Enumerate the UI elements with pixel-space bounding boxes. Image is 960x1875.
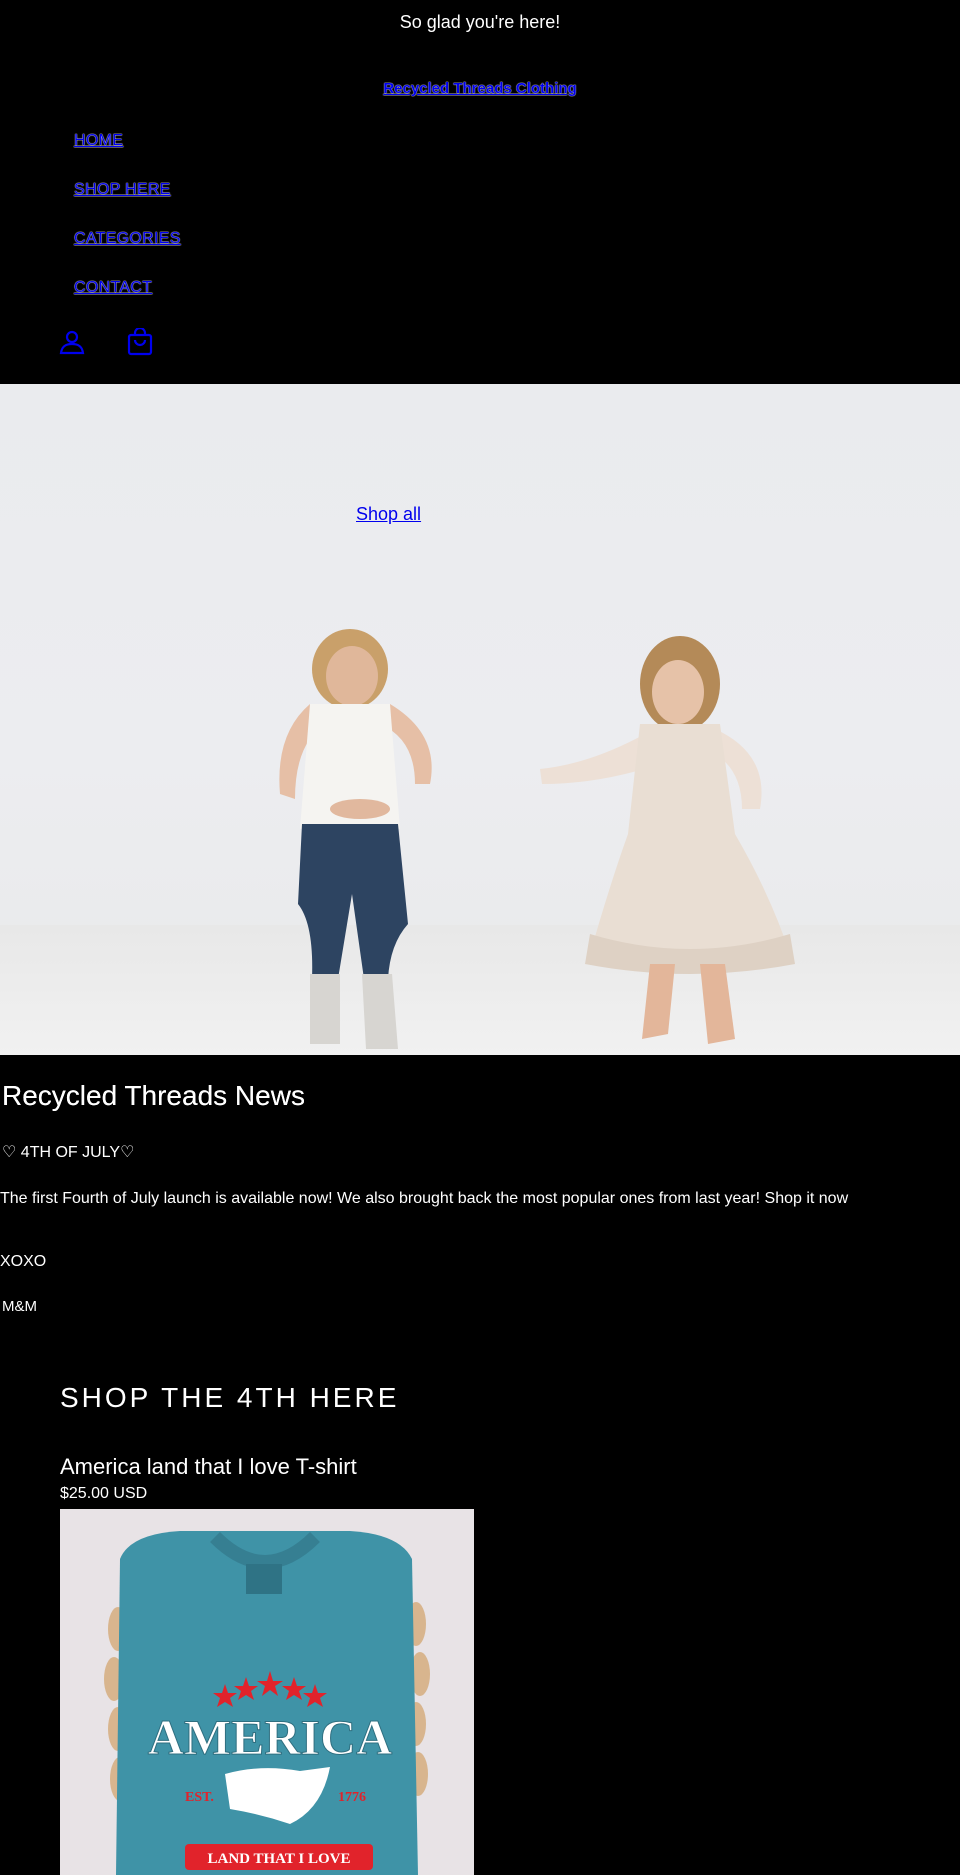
featured-section-title: SHOP THE 4TH HERE	[60, 1382, 400, 1413]
nav-item-contact[interactable]: CONTACT	[74, 279, 181, 328]
nav-item-categories[interactable]: CATEGORIES	[74, 230, 181, 279]
hero-banner: Shop all	[0, 384, 960, 1055]
hero-woman-right-image	[540, 636, 795, 1044]
main-nav: HOME SHOP HERE CATEGORIES CONTACT	[74, 132, 181, 328]
shop-all-link[interactable]: Shop all	[356, 504, 421, 525]
site-brand[interactable]: Recycled Threads Clothing	[0, 80, 960, 97]
nav-item-shop[interactable]: SHOP HERE	[74, 181, 181, 230]
shirt-year-text: 1776	[338, 1790, 366, 1805]
brand-link[interactable]: Recycled Threads Clothing	[383, 80, 576, 97]
announcement-bar: So glad you're here!	[399, 12, 561, 32]
hero-woman-left-image	[279, 629, 432, 1049]
cart-icon[interactable]	[126, 326, 154, 356]
nav-link-categories[interactable]: CATEGORIES	[74, 230, 181, 247]
nav-link-shop[interactable]: SHOP HERE	[74, 181, 171, 198]
header-icons	[58, 326, 154, 356]
news-signoff: XOXO	[0, 1253, 47, 1270]
nav-link-contact[interactable]: CONTACT	[74, 279, 152, 296]
nav-link-home[interactable]: HOME	[74, 132, 123, 149]
shirt-banner-text: LAND THAT I LOVE	[208, 1851, 351, 1867]
product-image[interactable]: AMERICA EST. 1776 LAND THAT I LOVE	[60, 1509, 474, 1875]
news-title: Recycled Threads News	[2, 1080, 305, 1111]
news-subtitle: ♡ 4TH OF JULY♡	[2, 1144, 135, 1161]
account-icon[interactable]	[58, 328, 86, 356]
shirt-main-text: AMERICA	[148, 1709, 392, 1765]
news-signature: M&M	[2, 1298, 37, 1315]
shirt-est-text: EST.	[185, 1790, 214, 1805]
news-body: The first Fourth of July launch is avail…	[0, 1190, 849, 1207]
nav-item-home[interactable]: HOME	[74, 132, 181, 181]
product-title[interactable]: America land that I love T-shirt	[60, 1454, 357, 1480]
product-price: $25.00 USD	[60, 1485, 148, 1502]
